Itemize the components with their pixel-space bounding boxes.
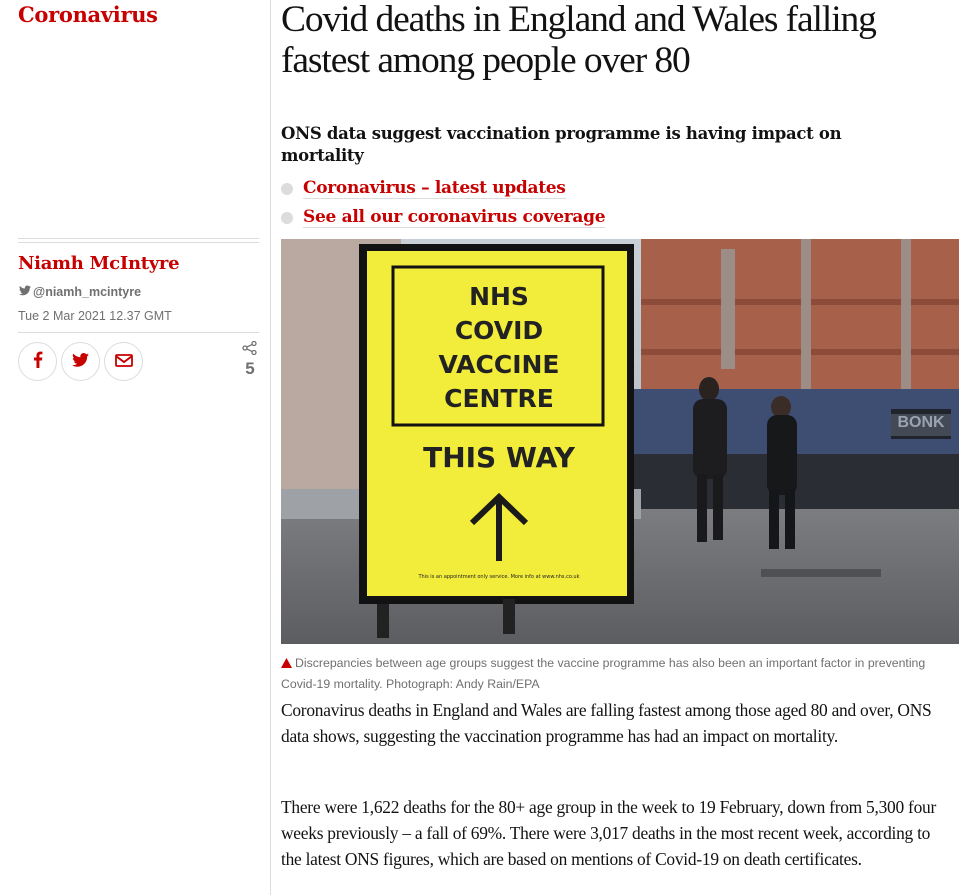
section-label[interactable]: Coronavirus (18, 2, 158, 27)
email-icon (114, 352, 133, 371)
article-photo: NHS COVID VACCINE CENTRE THIS WAY This i… (281, 239, 959, 644)
share-icon (242, 340, 258, 359)
article-paragraph-2: There were 1,622 deaths for the 80+ age … (281, 797, 937, 869)
twitter-handle: @niamh_mcintyre (33, 285, 142, 299)
share-twitter-button[interactable] (61, 342, 100, 381)
related-links: Coronavirus – latest updates See all our… (281, 174, 606, 232)
share-count-block: 5 (238, 340, 262, 379)
share-email-button[interactable] (104, 342, 143, 381)
column-divider (270, 0, 271, 895)
twitter-icon (72, 352, 89, 371)
triangle-up-icon (281, 654, 292, 674)
article-standfirst: ONS data suggest vaccination programme i… (281, 124, 842, 165)
publish-date: Tue 2 Mar 2021 12.37 GMT (18, 309, 172, 323)
background-sign-text: BONK (897, 414, 945, 431)
facebook-icon (33, 351, 43, 372)
share-count: 5 (245, 359, 255, 378)
sign-line-2: COVID (455, 316, 543, 345)
article-headline: Covid deaths in England and Wales fallin… (281, 0, 877, 81)
sign-line-1: NHS (469, 282, 529, 311)
meta-divider-lower (18, 332, 259, 333)
related-link-latest-updates[interactable]: Coronavirus – latest updates (303, 178, 566, 199)
twitter-handle-link[interactable]: @niamh_mcintyre (19, 285, 141, 299)
related-link-item: Coronavirus – latest updates (281, 174, 605, 203)
sign-line-3: VACCINE (439, 350, 560, 379)
related-link-item: See all our coronavirus coverage (281, 203, 606, 232)
photo-caption-text: Discrepancies between age groups suggest… (281, 656, 926, 691)
sign-line-4: CENTRE (444, 384, 554, 413)
sign-direction: THIS WAY (423, 441, 575, 474)
article-paragraph-1: Coronavirus deaths in England and Wales … (281, 700, 932, 746)
related-link-all-coverage[interactable]: See all our coronavirus coverage (303, 207, 606, 228)
twitter-bird-icon (19, 285, 31, 299)
bullet-dot (281, 211, 293, 224)
author-name[interactable]: Niamh McIntyre (18, 253, 180, 274)
article-meta-column: Coronavirus Niamh McIntyre @niamh_mcinty… (0, 0, 270, 895)
share-facebook-button[interactable] (18, 342, 57, 381)
meta-divider (18, 238, 259, 246)
photo-caption: Discrepancies between age groups suggest… (281, 653, 941, 694)
bullet-dot (281, 182, 293, 195)
sign-footnote: This is an appointment only service. Mor… (418, 574, 580, 580)
